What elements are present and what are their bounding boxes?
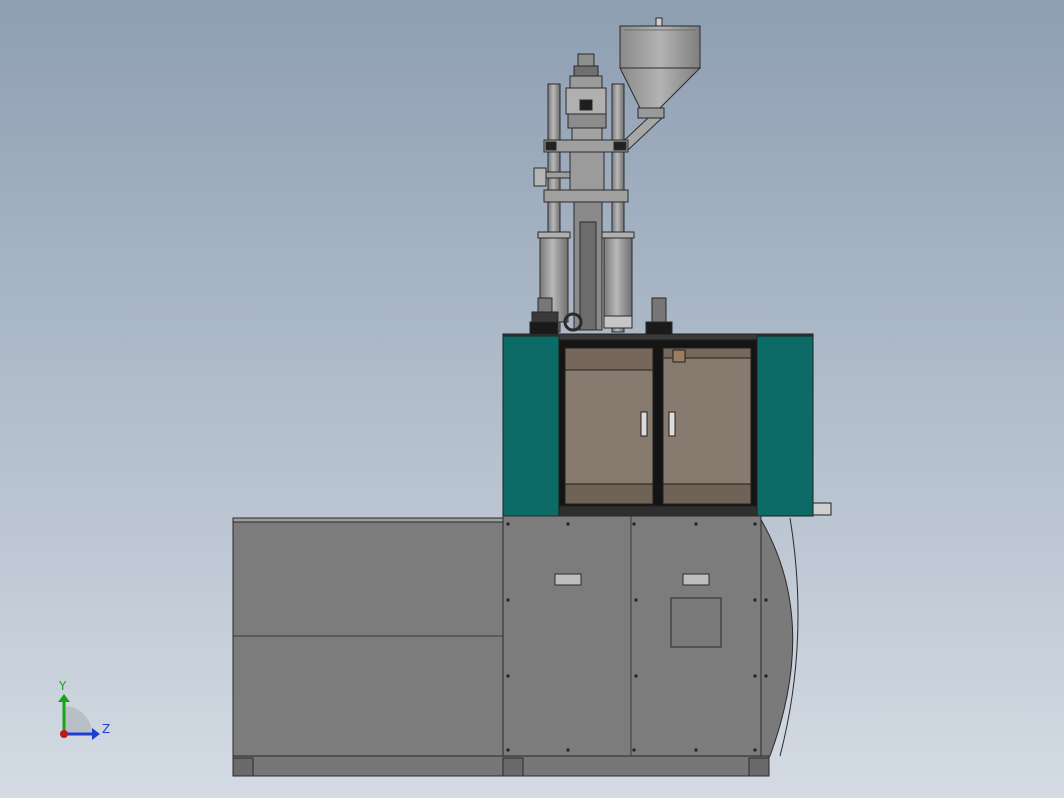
bracket-arm	[545, 171, 571, 179]
barrel-core	[579, 221, 597, 331]
clamp-guard-unit[interactable]	[502, 333, 832, 517]
cad-viewport[interactable]: Y Z	[0, 0, 1064, 798]
cylinder-right	[603, 231, 633, 323]
window-pane-left[interactable]	[564, 347, 654, 505]
z-axis-label: Z	[102, 722, 111, 736]
oil-tank[interactable]	[232, 519, 504, 757]
side-stub	[812, 502, 832, 516]
middle-plate	[543, 189, 629, 203]
injection-molding-machine-drawing[interactable]	[0, 0, 1064, 798]
door-handle-left[interactable]	[640, 411, 648, 437]
base-rail	[232, 755, 770, 777]
top-plate-left-nut	[545, 141, 557, 151]
cabinet-handle-right[interactable]	[682, 573, 710, 586]
guard-panel-left[interactable]	[502, 335, 560, 517]
right-mount-bolt	[651, 297, 667, 325]
cabinet-handle-left[interactable]	[554, 573, 582, 586]
window-pane-right[interactable]	[662, 347, 752, 505]
access-panel[interactable]	[670, 597, 722, 648]
door-handle-right[interactable]	[668, 411, 676, 437]
guard-panel-right[interactable]	[756, 335, 814, 517]
machine-base[interactable]	[232, 515, 799, 777]
limit-switch	[672, 349, 686, 363]
guard-bottom-frame	[558, 505, 758, 517]
y-axis-label: Y	[59, 679, 67, 693]
side-bracket[interactable]	[533, 167, 547, 187]
main-cabinet[interactable]	[502, 515, 762, 757]
triad-origin	[60, 730, 68, 738]
top-plate-right-nut	[613, 141, 627, 151]
